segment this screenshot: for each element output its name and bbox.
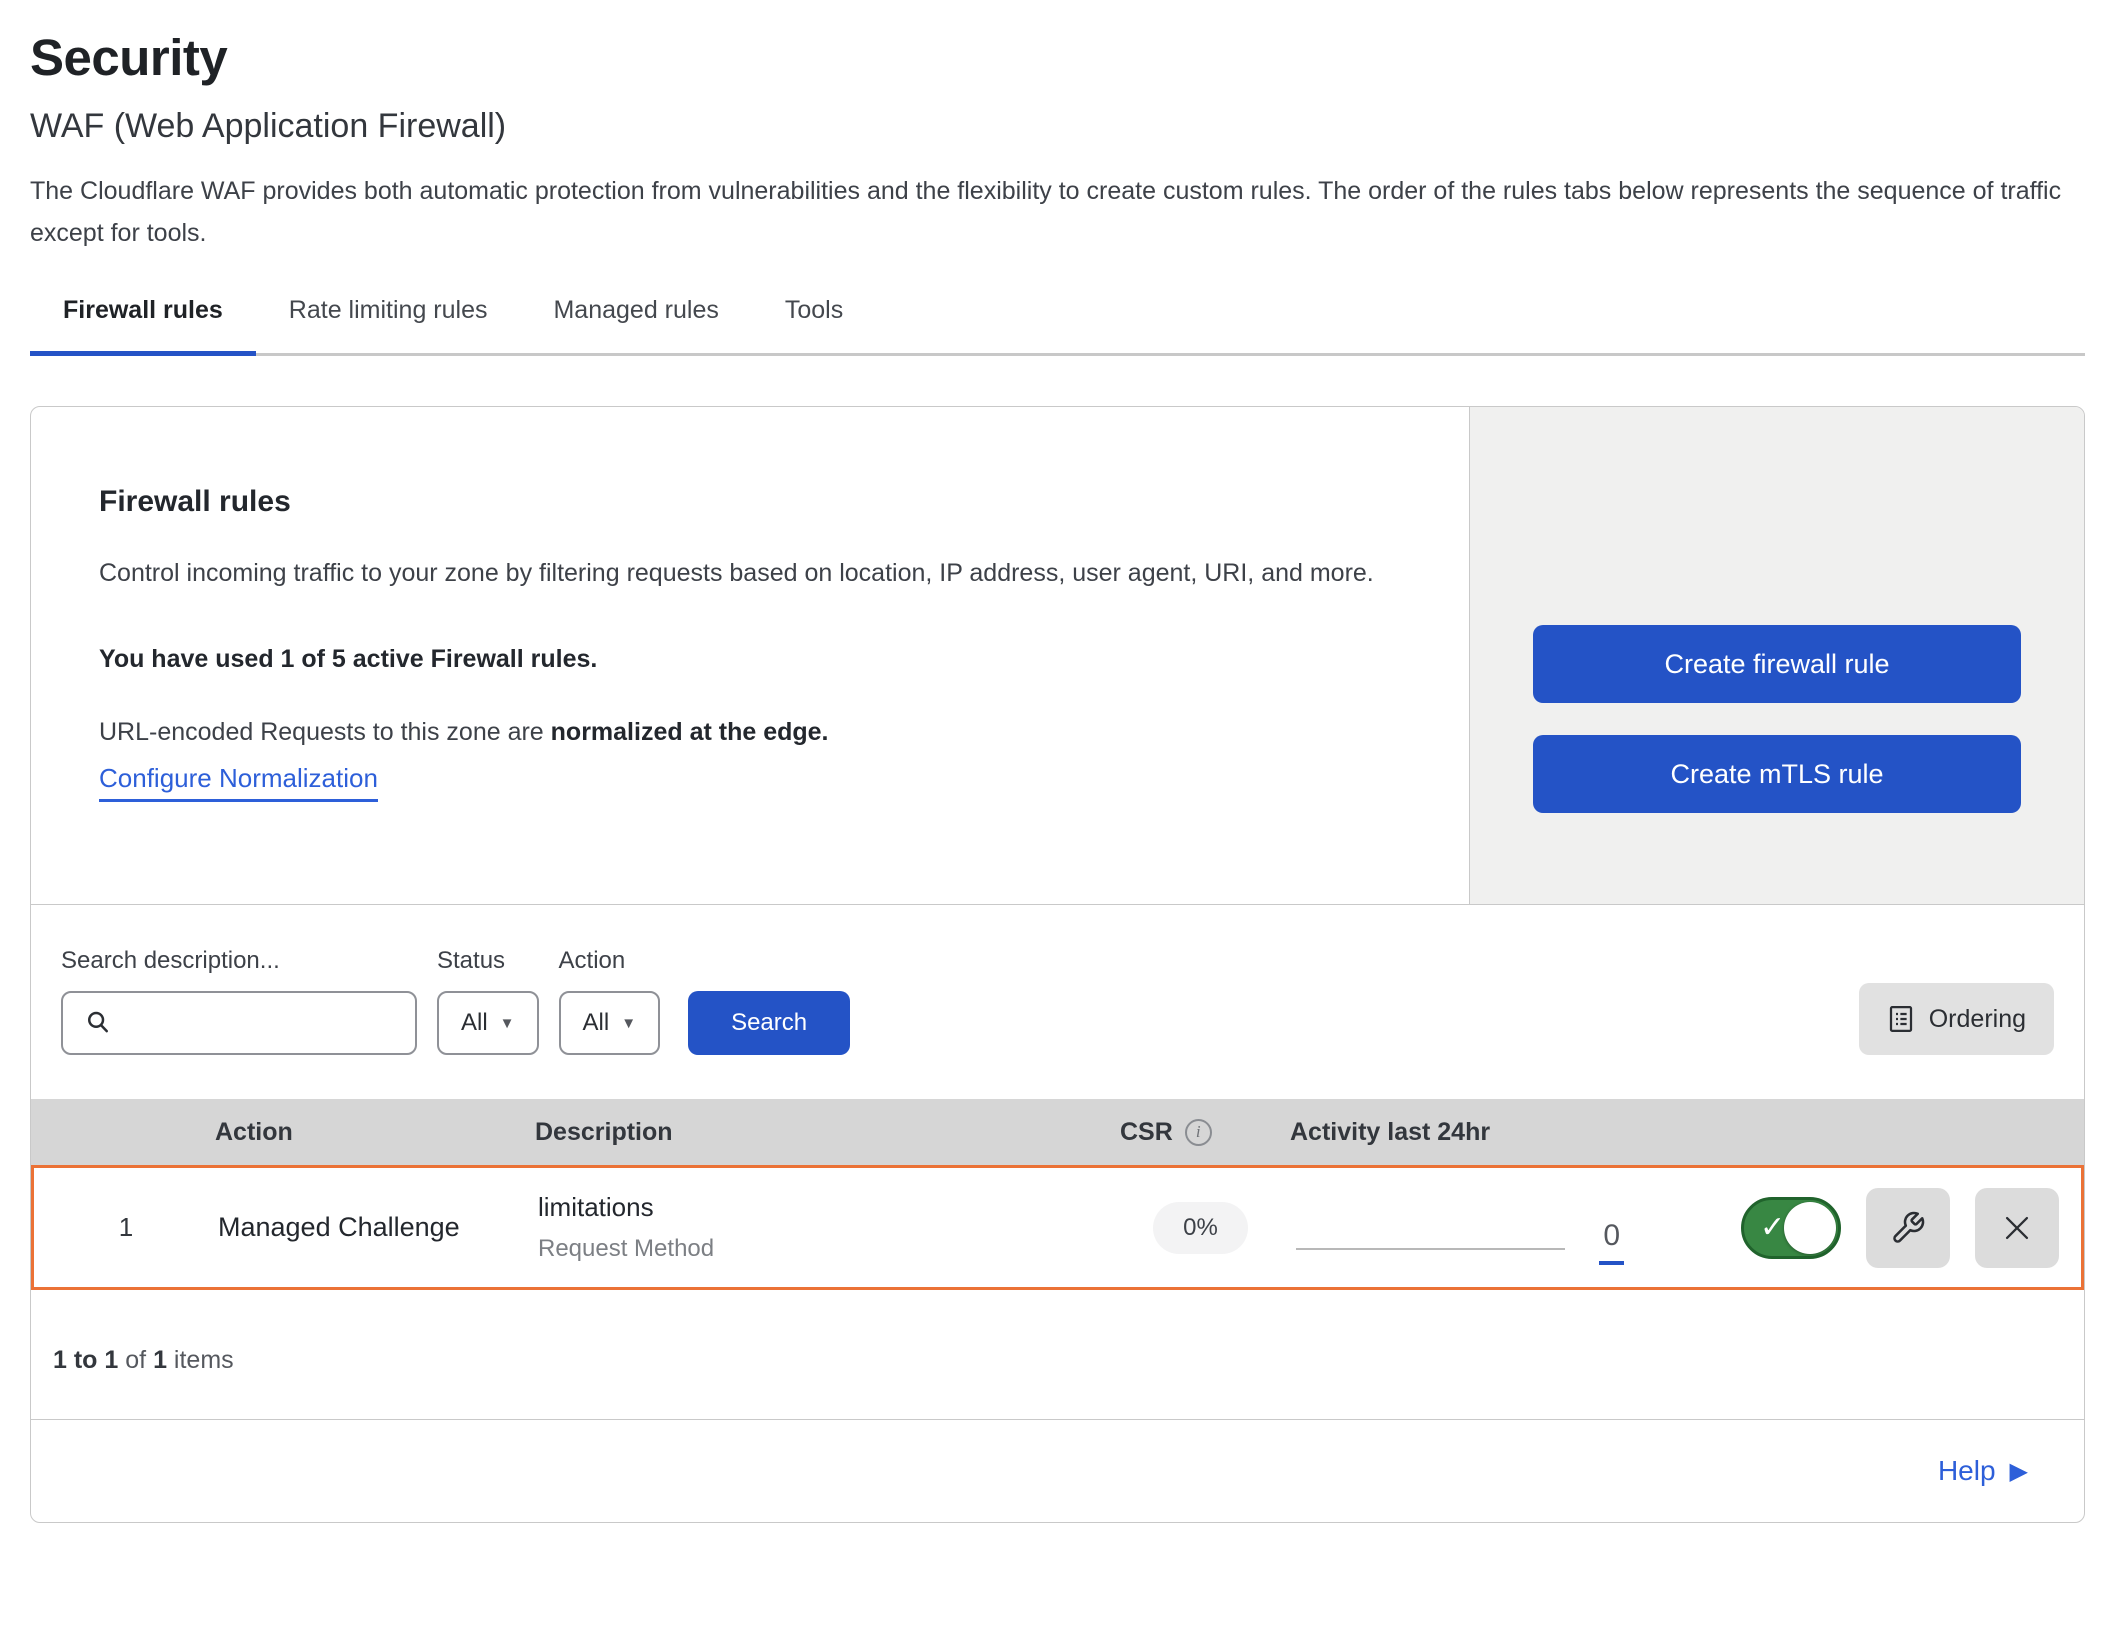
search-icon: [83, 1008, 113, 1038]
csr-badge: 0%: [1153, 1202, 1248, 1254]
help-arrow-icon: ▶: [2010, 1457, 2028, 1486]
check-icon: ✓: [1760, 1209, 1785, 1244]
search-description-label: Search description...: [61, 947, 417, 975]
card-description: Control incoming traffic to your zone by…: [99, 549, 1399, 597]
info-icon[interactable]: i: [1185, 1119, 1212, 1146]
search-description-group: Search description...: [61, 947, 417, 1055]
action-label: Action: [559, 947, 661, 975]
ordering-button[interactable]: Ordering: [1859, 983, 2054, 1055]
table-header-row: Action Description CSR i Activity last 2…: [31, 1099, 2084, 1165]
header-activity: Activity last 24hr: [1275, 1118, 1631, 1147]
activity-count-link[interactable]: 0: [1599, 1219, 1624, 1265]
ordering-list-icon: [1887, 1004, 1915, 1034]
status-filter-group: Status All ▼: [437, 947, 539, 1055]
rule-description-cell: limitations Request Method: [538, 1192, 1123, 1263]
rule-priority: 1: [34, 1212, 218, 1243]
action-filter-group: Action All ▼: [559, 947, 661, 1055]
rule-csr-cell: 0%: [1123, 1202, 1278, 1254]
tab-managed-rules[interactable]: Managed rules: [520, 296, 751, 356]
filter-toolbar: Search description... Status All ▼ Actio…: [31, 905, 2084, 1099]
rule-activity-cell: 0: [1278, 1168, 1634, 1287]
tab-firewall-rules[interactable]: Firewall rules: [30, 296, 256, 356]
usage-counter: You have used 1 of 5 active Firewall rul…: [99, 645, 1429, 674]
help-footer: Help ▶: [31, 1419, 2084, 1522]
search-input-box[interactable]: [61, 991, 417, 1055]
table-row[interactable]: 1 Managed Challenge limitations Request …: [31, 1165, 2084, 1290]
card-heading: Firewall rules: [99, 485, 1429, 519]
rule-action: Managed Challenge: [218, 1212, 538, 1243]
activity-sparkline: [1296, 1248, 1565, 1250]
search-button[interactable]: Search: [688, 991, 850, 1055]
tab-tools[interactable]: Tools: [752, 296, 876, 356]
search-input[interactable]: [127, 1009, 407, 1037]
wrench-icon: [1890, 1210, 1926, 1246]
chevron-down-icon: ▼: [500, 1015, 515, 1032]
action-select[interactable]: All ▼: [559, 991, 661, 1055]
toggle-knob: [1784, 1202, 1836, 1254]
edit-rule-button[interactable]: [1866, 1188, 1950, 1268]
rule-description: limitations: [538, 1192, 1123, 1223]
chevron-down-icon: ▼: [621, 1015, 636, 1032]
waf-tab-bar: Firewall rules Rate limiting rules Manag…: [30, 296, 2085, 356]
header-description: Description: [535, 1118, 1120, 1147]
header-csr: CSR i: [1120, 1118, 1275, 1147]
firewall-rules-card: Firewall rules Control incoming traffic …: [30, 406, 2085, 1523]
help-link[interactable]: Help ▶: [1938, 1455, 2028, 1487]
firewall-rules-summary-text: Firewall rules Control incoming traffic …: [31, 407, 1469, 904]
status-label: Status: [437, 947, 539, 975]
configure-normalization-link[interactable]: Configure Normalization: [99, 763, 378, 802]
ordering-button-label: Ordering: [1929, 1005, 2026, 1034]
rule-expression: Request Method: [538, 1235, 1123, 1263]
create-firewall-rule-button[interactable]: Create firewall rule: [1533, 625, 2021, 703]
create-mtls-rule-button[interactable]: Create mTLS rule: [1533, 735, 2021, 813]
tab-rate-limiting-rules[interactable]: Rate limiting rules: [256, 296, 521, 356]
page-title: Security: [30, 0, 2085, 87]
pagination-summary: 1 to 1 of 1 items: [31, 1290, 2084, 1419]
page-subtitle: WAF (Web Application Firewall): [30, 107, 2085, 146]
rule-controls: ✓: [1634, 1188, 2081, 1268]
header-action: Action: [215, 1118, 535, 1147]
normalization-note: URL-encoded Requests to this zone are no…: [99, 718, 1429, 747]
status-select[interactable]: All ▼: [437, 991, 539, 1055]
actions-panel: Create firewall rule Create mTLS rule: [1469, 407, 2084, 904]
firewall-rules-summary: Firewall rules Control incoming traffic …: [31, 407, 2084, 905]
page-description: The Cloudflare WAF provides both automat…: [30, 170, 2085, 254]
rule-enabled-toggle[interactable]: ✓: [1741, 1197, 1841, 1259]
delete-rule-button[interactable]: [1975, 1188, 2059, 1268]
close-icon: [2000, 1211, 2034, 1245]
